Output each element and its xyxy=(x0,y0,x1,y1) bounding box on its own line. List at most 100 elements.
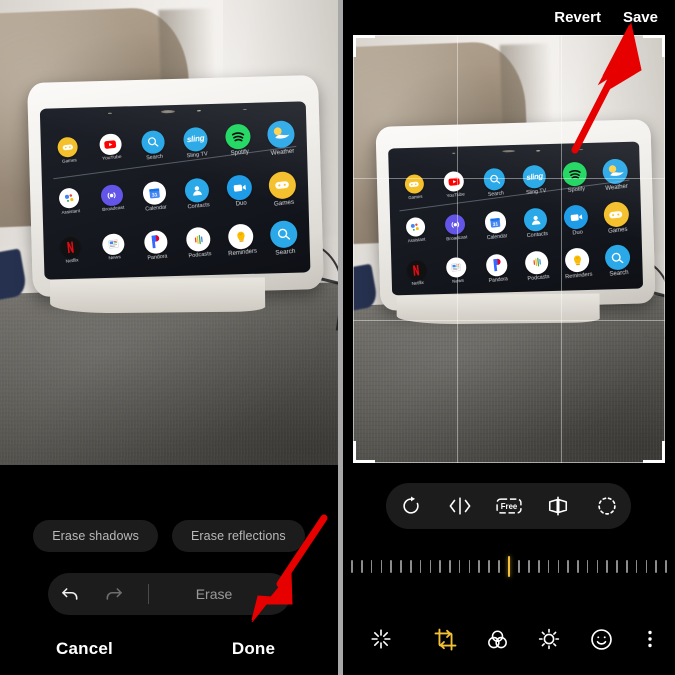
erase-shadows-button[interactable]: Erase shadows xyxy=(33,520,158,552)
search-icon[interactable] xyxy=(482,166,506,191)
app-youtube-0-1[interactable]: YouTube xyxy=(433,169,476,205)
erase-mode-label[interactable]: Erase xyxy=(149,586,291,602)
app-news-2-1[interactable]: News xyxy=(91,232,137,271)
app-broadcast-1-1[interactable]: Broadcast xyxy=(434,213,477,249)
app-assistant-1-0[interactable]: Assistant xyxy=(394,216,437,252)
app-grid-right: Games YouTube Search sling Sling TV Spotify We… xyxy=(393,147,638,295)
rotation-tick xyxy=(655,559,657,573)
youtube-icon[interactable] xyxy=(442,169,465,193)
app-label: Games xyxy=(607,227,628,236)
app-spotify-0-4[interactable]: Spotify xyxy=(553,159,596,195)
assistant-icon[interactable] xyxy=(58,187,81,210)
app-pandora-2-2[interactable]: Pandora xyxy=(475,252,518,288)
app-label: News xyxy=(108,255,122,263)
games-icon[interactable] xyxy=(267,170,297,200)
search-icon[interactable] xyxy=(140,129,166,155)
reminders-icon[interactable] xyxy=(227,223,255,252)
games-icon[interactable] xyxy=(56,136,79,159)
spotify-icon[interactable] xyxy=(224,123,252,151)
search-icon[interactable] xyxy=(268,220,298,250)
nav-more-button[interactable] xyxy=(627,619,675,659)
redo-button[interactable] xyxy=(92,584,136,604)
app-contacts-1-3[interactable]: Contacts xyxy=(175,176,221,215)
perspective-button[interactable] xyxy=(539,487,577,525)
news-icon[interactable] xyxy=(101,233,125,257)
app-calendar-1-2[interactable]: 31 Calendar xyxy=(132,180,178,219)
app-netflix-2-0[interactable]: Netflix xyxy=(48,235,94,274)
weather-icon[interactable] xyxy=(266,119,296,150)
app-podcasts-2-3[interactable]: Podcasts xyxy=(515,249,558,285)
auto-crop-button[interactable] xyxy=(588,487,626,525)
app-netflix-2-0[interactable]: Netflix xyxy=(395,258,438,294)
app-search-2-5[interactable]: Search xyxy=(261,219,307,258)
app-games-1-5[interactable]: Games xyxy=(259,170,305,209)
nav-enhance-button[interactable] xyxy=(343,619,419,659)
podcasts-icon[interactable] xyxy=(185,226,212,253)
app-duo-1-4[interactable]: Duo xyxy=(217,173,263,212)
nav-crop-button[interactable] xyxy=(419,619,471,659)
app-duo-1-4[interactable]: Duo xyxy=(554,203,597,239)
crop-top-bar: Revert Save xyxy=(343,0,675,35)
done-button[interactable]: Done xyxy=(169,639,338,659)
save-button[interactable]: Save xyxy=(623,9,658,26)
app-assistant-1-0[interactable]: Assistant xyxy=(47,186,93,225)
rotation-slider[interactable] xyxy=(343,551,675,581)
pandora-icon[interactable] xyxy=(143,230,169,255)
app-games-0-0[interactable]: Games xyxy=(46,135,92,174)
app-calendar-1-2[interactable]: 31 Calendar xyxy=(474,209,517,245)
pandora-icon[interactable] xyxy=(484,252,509,277)
app-label: Reminders xyxy=(564,271,593,281)
aspect-ratio-button[interactable]: Free xyxy=(490,487,528,525)
app-youtube-0-1[interactable]: YouTube xyxy=(88,132,134,171)
contacts-icon[interactable] xyxy=(183,177,211,204)
photo-preview-left[interactable]: Games YouTube Search sling Sling TV Spotify We… xyxy=(0,0,338,465)
app-news-2-1[interactable]: News xyxy=(435,255,478,291)
calendar-icon[interactable]: 31 xyxy=(141,180,167,206)
app-games-0-0[interactable]: Games xyxy=(392,172,435,208)
netflix-icon[interactable] xyxy=(405,259,427,281)
nav-adjust-button[interactable] xyxy=(523,619,575,659)
erase-suggestion-chips: Erase shadows Erase reflections xyxy=(0,520,338,552)
app-search-2-5[interactable]: Search xyxy=(596,243,639,279)
app-reminders-2-4[interactable]: Reminders xyxy=(555,246,598,282)
rotation-tick xyxy=(665,559,667,573)
sling-tv-icon[interactable]: sling xyxy=(182,126,209,153)
search-icon[interactable] xyxy=(602,243,631,272)
cancel-button[interactable]: Cancel xyxy=(0,639,169,659)
news-icon[interactable] xyxy=(444,256,468,279)
calendar-icon[interactable]: 31 xyxy=(483,210,507,235)
revert-button[interactable]: Revert xyxy=(554,9,601,26)
app-games-1-5[interactable]: Games xyxy=(594,200,637,236)
flip-button[interactable] xyxy=(441,487,479,525)
crop-preview-stage[interactable]: Games YouTube Search sling Sling TV Spotify We… xyxy=(353,35,665,463)
netflix-icon[interactable] xyxy=(59,236,82,259)
app-podcasts-2-3[interactable]: Podcasts xyxy=(176,226,222,265)
app-weather-0-5[interactable]: Weather xyxy=(258,119,304,158)
duo-icon[interactable] xyxy=(225,174,254,202)
games-icon[interactable] xyxy=(601,200,630,229)
rotate-button[interactable] xyxy=(392,487,430,525)
app-reminders-2-4[interactable]: Reminders xyxy=(218,222,264,261)
games-icon[interactable] xyxy=(403,173,424,194)
spotify-icon[interactable] xyxy=(561,160,588,187)
app-row: Games YouTube Search sling Sling TV Spotify We… xyxy=(46,113,304,174)
duo-icon[interactable] xyxy=(562,204,589,231)
app-weather-0-5[interactable]: Weather xyxy=(593,156,636,192)
contacts-icon[interactable] xyxy=(522,207,548,233)
erase-reflections-button[interactable]: Erase reflections xyxy=(171,520,305,552)
sling-tv-icon[interactable]: sling xyxy=(521,163,547,189)
undo-button[interactable] xyxy=(48,584,92,604)
app-pandora-2-2[interactable]: Pandora xyxy=(133,229,179,268)
nav-filters-button[interactable] xyxy=(471,619,523,659)
crop-tool-row: Free xyxy=(386,483,631,529)
app-broadcast-1-1[interactable]: Broadcast xyxy=(90,183,136,222)
reminders-icon[interactable] xyxy=(563,246,590,273)
podcasts-icon[interactable] xyxy=(523,249,549,275)
app-contacts-1-3[interactable]: Contacts xyxy=(514,206,557,242)
youtube-icon[interactable] xyxy=(98,133,123,157)
assistant-icon[interactable] xyxy=(404,216,426,238)
broadcast-icon[interactable] xyxy=(100,184,124,208)
broadcast-icon[interactable] xyxy=(443,213,467,236)
app-label: Reminders xyxy=(227,249,258,259)
nav-markup-button[interactable] xyxy=(575,619,627,659)
